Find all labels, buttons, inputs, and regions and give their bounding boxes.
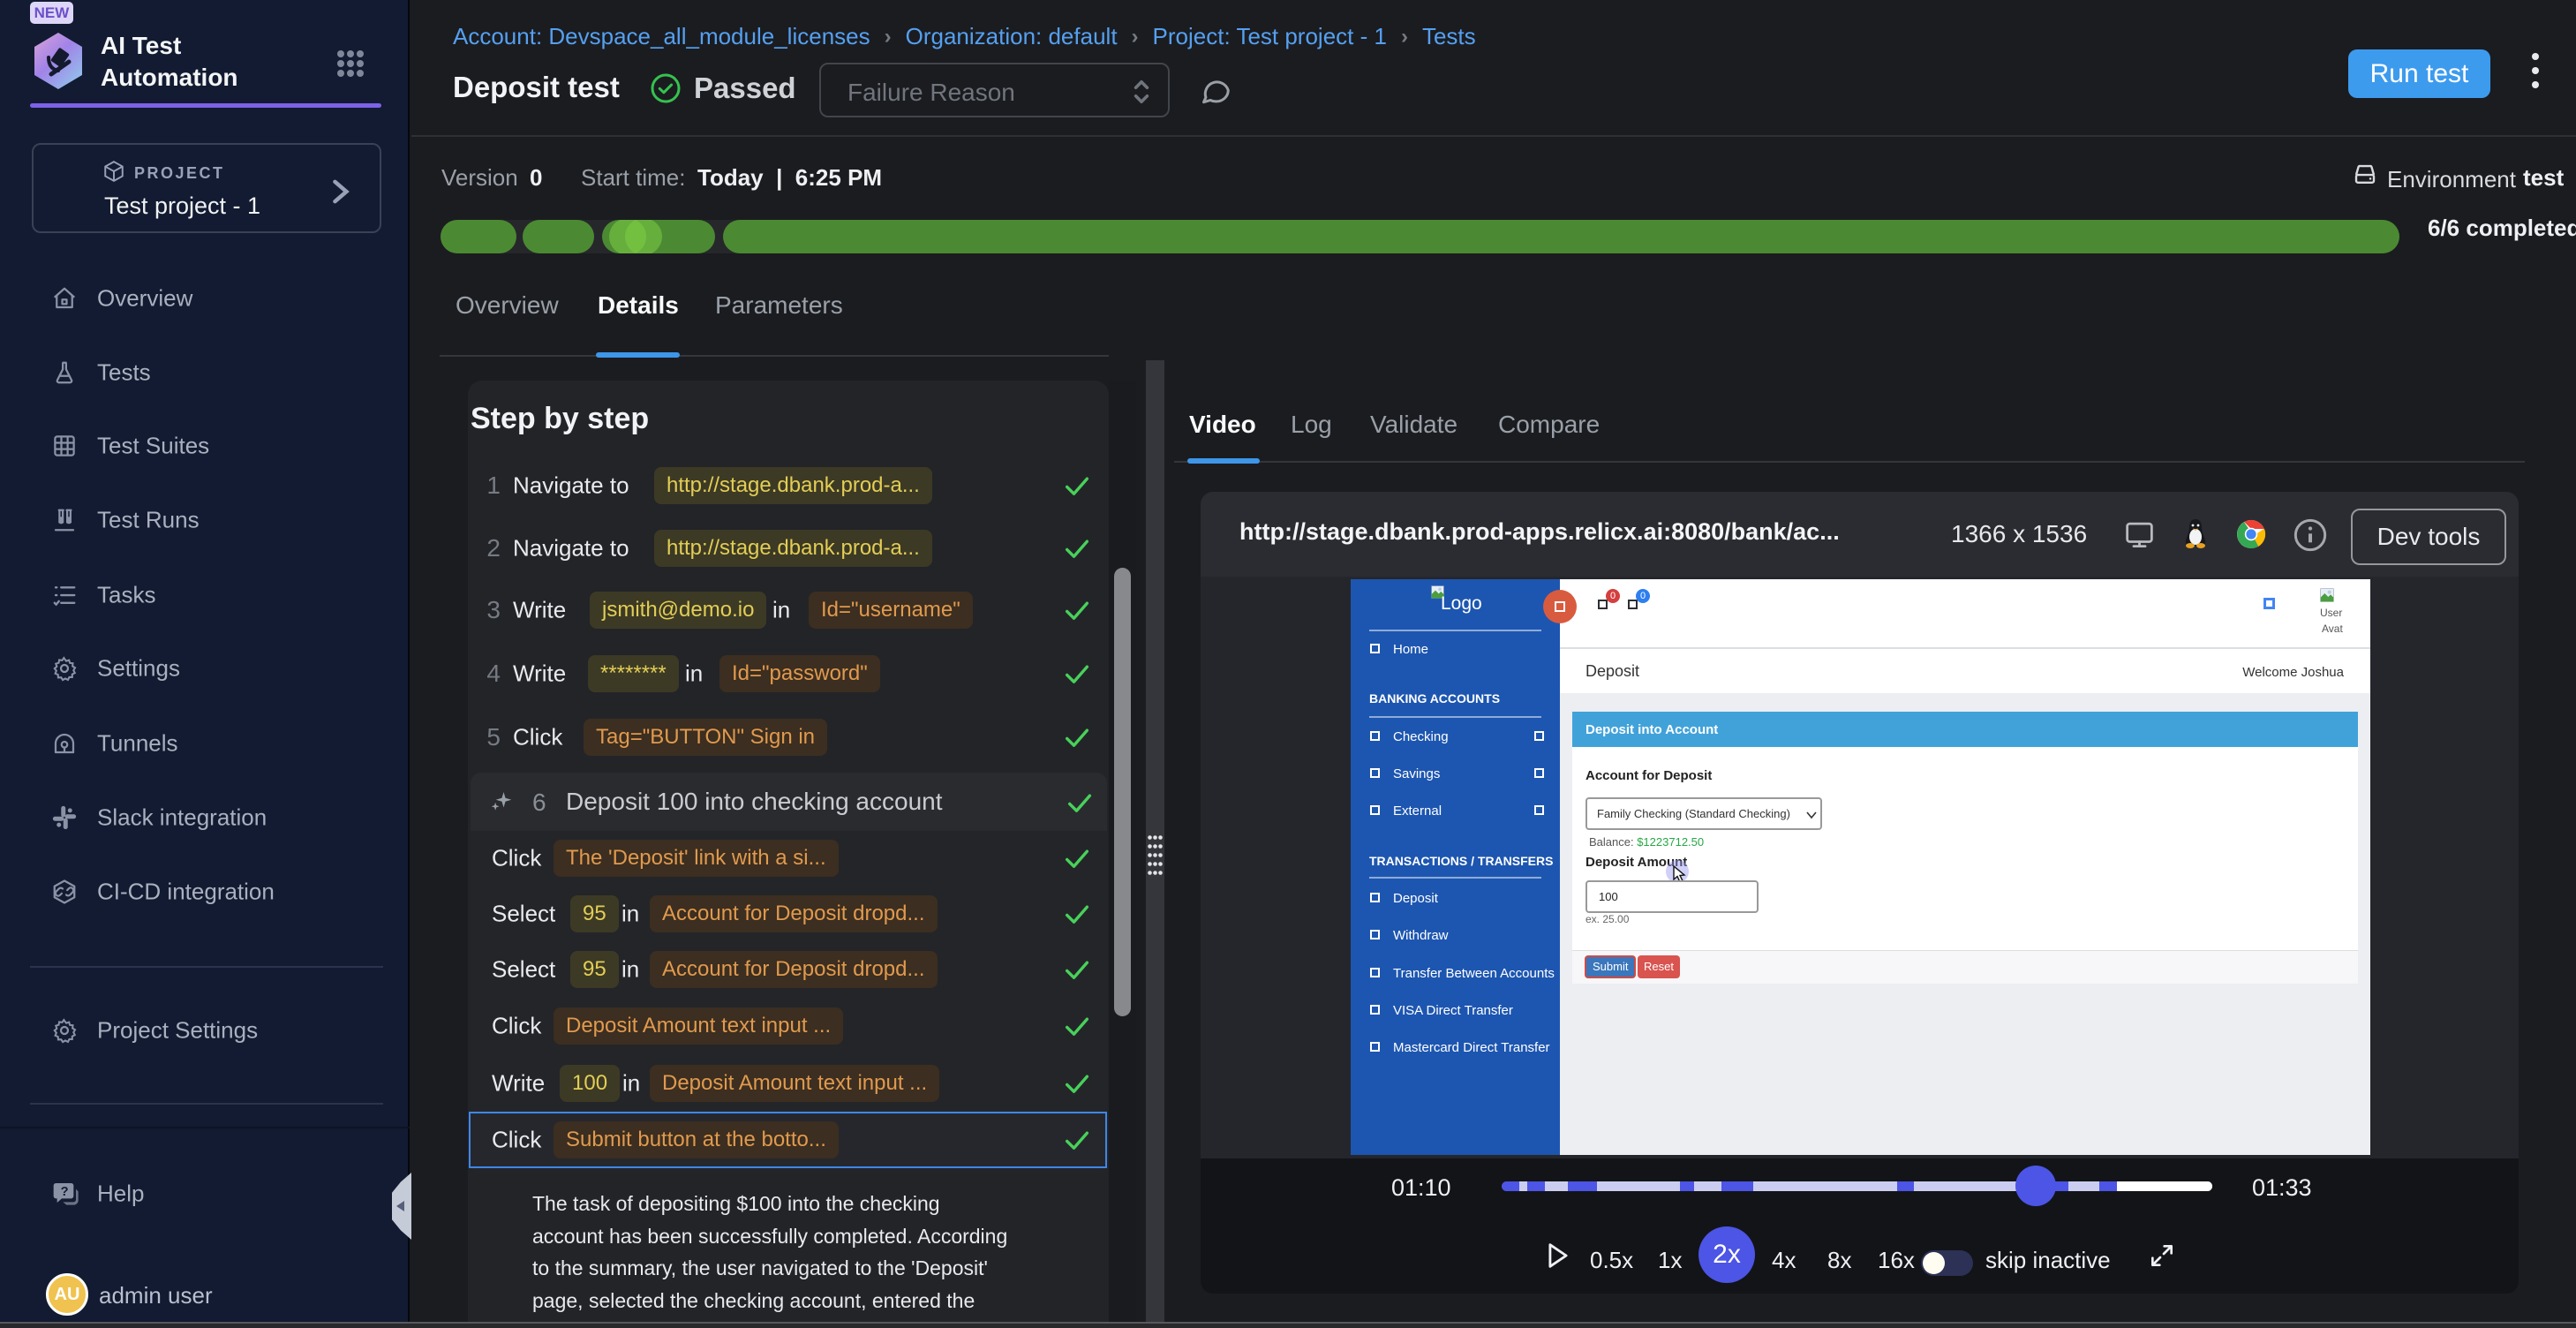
svg-text:?: ? (61, 1185, 69, 1199)
